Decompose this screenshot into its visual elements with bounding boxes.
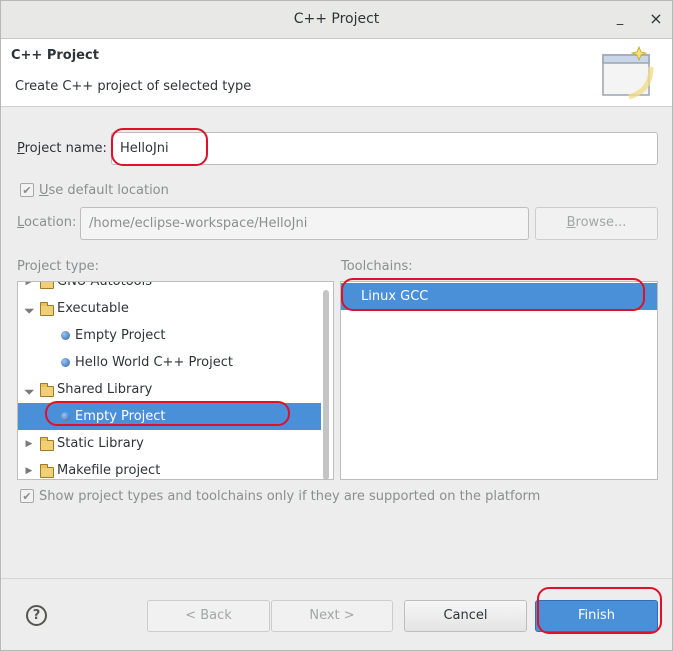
- back-button[interactable]: < Back: [147, 600, 270, 632]
- folder-icon: [40, 282, 54, 289]
- show-supported-only-checkbox[interactable]: ✔: [20, 489, 34, 503]
- next-button[interactable]: Next >: [271, 600, 393, 632]
- tree-folder-row[interactable]: ▶ Static Library: [18, 430, 321, 457]
- minimize-button[interactable]: _: [613, 12, 627, 26]
- tree-folder-row[interactable]: ▶ GNU Autotools: [18, 281, 321, 295]
- folder-icon: [40, 302, 54, 316]
- wizard-description: Create C++ project of selected type: [15, 79, 252, 94]
- browse-button[interactable]: Browse...: [535, 207, 658, 240]
- tree-folder-row[interactable]: ▶ Makefile project: [18, 457, 321, 479]
- use-default-location-label: Use default location: [39, 183, 169, 198]
- chevron-down-icon[interactable]: ◢: [22, 383, 36, 397]
- finish-button[interactable]: Finish: [535, 600, 658, 632]
- window-title: C++ Project: [293, 11, 380, 27]
- tree-folder-row[interactable]: ◢ Shared Library: [18, 376, 321, 403]
- new-project-wizard-icon: [602, 45, 654, 100]
- tree-row-label: Empty Project: [75, 328, 166, 343]
- cpp-project-dialog: C++ Project _ × C++ Project Create C++ p…: [0, 0, 673, 651]
- tree-row-label: GNU Autotools: [57, 281, 153, 289]
- chevron-right-icon[interactable]: ▶: [24, 282, 34, 287]
- toolchain-item[interactable]: Linux GCC: [341, 283, 657, 310]
- use-default-location-checkbox[interactable]: ✔: [20, 183, 34, 197]
- project-type-scrollbar[interactable]: [323, 290, 329, 479]
- cancel-button[interactable]: Cancel: [404, 600, 527, 632]
- tree-row-label: Static Library: [57, 436, 144, 451]
- tree-item-row[interactable]: Empty Project: [18, 322, 321, 349]
- project-type-label: Project type:: [17, 259, 100, 274]
- tree-row-label: Empty Project: [75, 409, 166, 424]
- project-name-label: Project name:: [17, 141, 107, 156]
- location-label: Location:: [17, 215, 77, 230]
- location-input[interactable]: [80, 207, 529, 240]
- wizard-header: C++ Project Create C++ project of select…: [1, 39, 672, 107]
- toolchains-label: Toolchains:: [341, 259, 413, 274]
- project-template-icon: [61, 412, 70, 421]
- folder-icon: [40, 437, 54, 451]
- show-supported-only-label: Show project types and toolchains only i…: [39, 489, 541, 504]
- toolchains-list[interactable]: Linux GCC: [340, 281, 658, 480]
- project-name-input[interactable]: [111, 132, 658, 165]
- close-button[interactable]: ×: [649, 11, 663, 27]
- toolchain-label: Linux GCC: [361, 289, 429, 304]
- wizard-title: C++ Project: [11, 48, 99, 63]
- chevron-right-icon[interactable]: ▶: [24, 466, 34, 476]
- chevron-right-icon[interactable]: ▶: [24, 439, 34, 449]
- tree-row-label: Makefile project: [57, 463, 161, 478]
- project-template-icon: [61, 331, 70, 340]
- tree-row-label: Shared Library: [57, 382, 153, 397]
- folder-icon: [40, 464, 54, 478]
- chevron-down-icon[interactable]: ◢: [22, 302, 36, 316]
- tree-row-label: Executable: [57, 301, 129, 316]
- title-bar[interactable]: C++ Project _ ×: [1, 1, 672, 39]
- tree-folder-row[interactable]: ◢ Executable: [18, 295, 321, 322]
- help-icon[interactable]: ?: [26, 605, 47, 626]
- project-type-tree[interactable]: ▶ Makefile project ▶ Static Library Empty Pr…: [17, 281, 334, 480]
- folder-icon: [40, 383, 54, 397]
- tree-item-row[interactable]: Empty Project: [18, 403, 321, 430]
- tree-item-row[interactable]: Hello World C++ Project: [18, 349, 321, 376]
- button-bar-divider: [1, 578, 672, 579]
- tree-row-label: Hello World C++ Project: [75, 355, 233, 370]
- project-template-icon: [61, 358, 70, 367]
